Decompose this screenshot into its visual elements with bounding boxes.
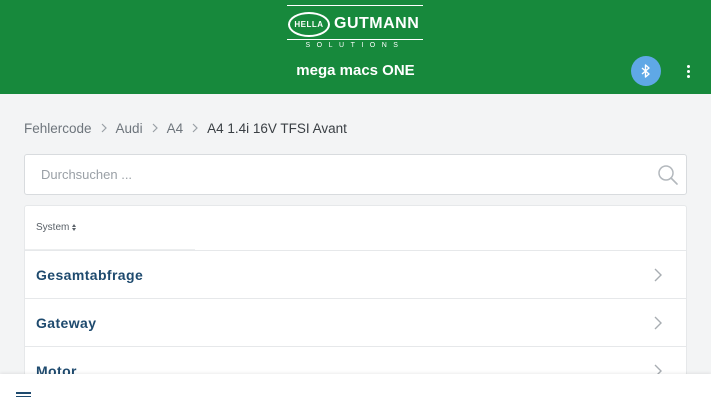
sort-label: System: [36, 222, 70, 233]
list-item-gateway[interactable]: Gateway: [25, 298, 686, 347]
bottom-bar: [0, 374, 711, 400]
list-item-label: Gateway: [36, 315, 97, 331]
more-options-button[interactable]: [678, 60, 698, 82]
logo-rule: [287, 39, 423, 40]
list-header: System: [25, 206, 686, 250]
breadcrumb-item-audi[interactable]: Audi: [116, 121, 143, 136]
app-title: mega macs ONE: [296, 62, 415, 79]
search-box: [24, 154, 687, 195]
menu-line: [16, 395, 31, 398]
list-item-gesamtabfrage[interactable]: Gesamtabfrage: [25, 250, 686, 299]
bluetooth-button[interactable]: [631, 56, 661, 86]
breadcrumb-item-a4[interactable]: A4: [167, 121, 184, 136]
more-vertical-icon-dot: [686, 69, 690, 73]
logo-badge: HELLA: [288, 12, 330, 37]
sort-system-button[interactable]: System: [36, 222, 77, 233]
bluetooth-icon: [641, 64, 650, 78]
hella-gutmann-logo: HELLA GUTMANN SOLUTIONS: [287, 5, 423, 49]
more-vertical-icon-dot: [686, 64, 690, 68]
search-icon[interactable]: [657, 164, 679, 186]
logo-top-rule: [287, 5, 423, 6]
more-vertical-icon-dot: [686, 74, 690, 78]
menu-line: [16, 392, 31, 394]
logo-brand: GUTMANN: [334, 15, 420, 32]
system-list: System Gesamtabfrage Gateway Motor: [24, 205, 687, 400]
chevron-right-icon: [143, 123, 167, 133]
list-item-label: Gesamtabfrage: [36, 267, 144, 283]
hamburger-menu-icon[interactable]: [16, 392, 32, 400]
chevron-right-icon: [654, 316, 662, 330]
breadcrumb-item-current: A4 1.4i 16V TFSI Avant: [207, 120, 347, 136]
chevron-right-icon: [183, 123, 207, 133]
chevron-right-icon: [92, 123, 116, 133]
logo-badge-text: HELLA: [294, 20, 324, 29]
chevron-right-icon: [654, 268, 662, 282]
logo-subtitle: SOLUTIONS: [305, 42, 405, 49]
sort-icon: [72, 224, 77, 231]
search-input[interactable]: [41, 155, 641, 194]
breadcrumb: Fehlercode Audi A4 A4 1.4i 16V TFSI Avan…: [24, 119, 347, 137]
app-header: HELLA GUTMANN SOLUTIONS mega macs ONE: [0, 0, 711, 94]
breadcrumb-item-fehlercode[interactable]: Fehlercode: [24, 121, 92, 136]
